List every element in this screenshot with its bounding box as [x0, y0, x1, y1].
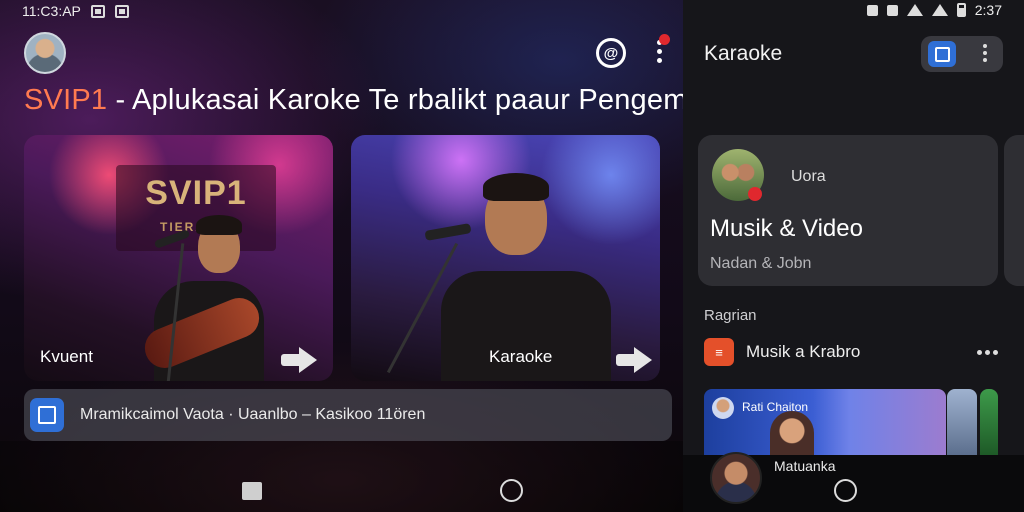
notification-icon: [114, 4, 129, 18]
battery-icon: [956, 3, 966, 17]
next-feature-card[interactable]: [1004, 135, 1024, 286]
navigation-bar-left: [0, 441, 683, 512]
wifi-icon: [906, 4, 923, 16]
media-thumbnail[interactable]: [980, 389, 998, 455]
media-thumbnail[interactable]: [947, 389, 977, 455]
at-mention-icon[interactable]: @: [596, 38, 626, 68]
home-button[interactable]: [500, 479, 523, 502]
video-card-karaoke[interactable]: Karaoke: [351, 135, 660, 381]
vibrate-icon: [886, 4, 898, 16]
side-pane: 2:37 Karaoke Uora Musik & Video Nadan & …: [683, 0, 1024, 512]
feature-card[interactable]: Uora Musik & Video Nadan & Jobn: [698, 135, 998, 286]
section-label: Ragrian: [704, 307, 757, 324]
status-bar-left: 11:C3:AP: [22, 2, 129, 20]
now-playing-bar[interactable]: Mramikcaimol Vaota · Uaanlbo – Kasikoo 1…: [24, 389, 672, 441]
feature-title: Musik & Video: [710, 215, 863, 242]
card-label: Kvuent: [40, 347, 93, 366]
page-title-accent: SVIP1: [24, 84, 108, 116]
more-options-icon[interactable]: [983, 44, 989, 65]
panel-actions: [921, 36, 1003, 72]
video-card-concert[interactable]: SVIP1 TIERADIE Kvuent: [24, 135, 333, 381]
notification-badge: [659, 34, 670, 45]
signal-icon: [931, 4, 948, 16]
more-options-icon[interactable]: [977, 350, 998, 355]
notification-icon: [90, 4, 105, 18]
banner-avatar: [712, 397, 734, 419]
page-title: SVIP1 - Aplukasai Karoke Te rbalikt paau…: [24, 84, 683, 117]
main-pane: 11:C3:AP @ SVIP1 - Aplukasai Karoke Te r…: [0, 0, 683, 512]
home-button[interactable]: [834, 479, 857, 502]
user-avatar[interactable]: [710, 452, 762, 504]
feature-user: Uora: [791, 168, 826, 185]
status-time: 11:C3:AP: [22, 3, 81, 19]
music-app-icon: ≡: [704, 338, 734, 366]
now-playing-text: Mramikcaimol Vaota · Uaanlbo – Kasikoo 1…: [80, 406, 426, 423]
live-badge: [748, 187, 762, 201]
app-icon-button[interactable]: [928, 41, 956, 67]
card-label: Karaoke: [489, 347, 553, 366]
panel-title: Karaoke: [704, 42, 783, 65]
recents-button[interactable]: [242, 482, 262, 500]
media-banner[interactable]: Rati Chaiton: [704, 389, 946, 455]
share-icon[interactable]: [281, 347, 321, 373]
more-options-icon[interactable]: [650, 34, 670, 68]
page-title-text: - Aplukasai Karoke Te rbalikt paaur Peng…: [115, 84, 683, 116]
bluetooth-icon: [866, 4, 878, 16]
status-bar-right: 2:37: [866, 2, 1002, 18]
banner-image: [770, 411, 814, 455]
list-item[interactable]: ≡ Musik a Krabro: [704, 338, 1004, 366]
feature-subtitle: Nadan & Jobn: [710, 255, 812, 272]
app-icon: [30, 398, 64, 432]
profile-avatar[interactable]: [24, 32, 66, 74]
share-icon[interactable]: [616, 347, 656, 373]
list-item-label: Musik a Krabro: [746, 342, 861, 361]
user-name: Matuanka: [774, 458, 836, 474]
status-time: 2:37: [974, 2, 1002, 18]
